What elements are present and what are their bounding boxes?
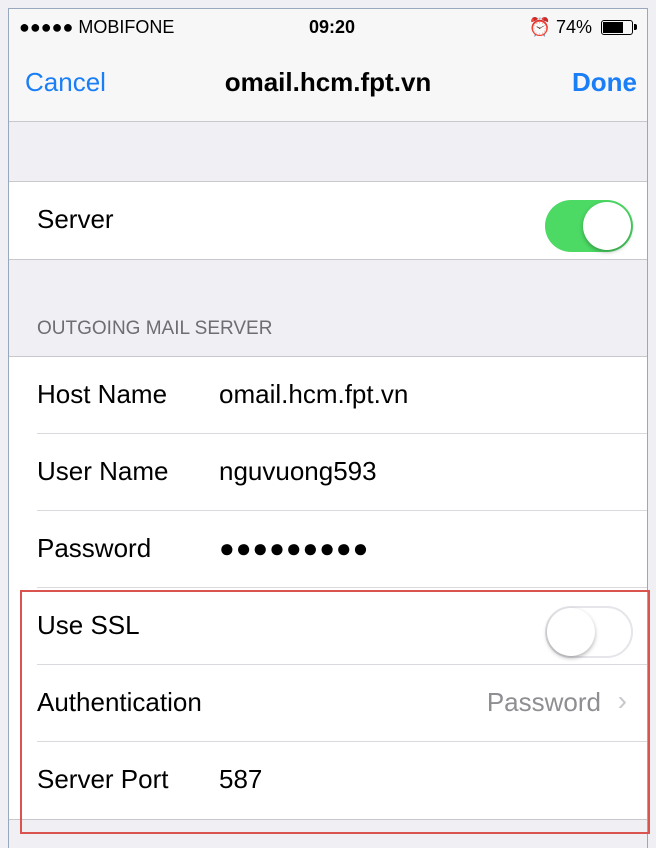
battery-icon xyxy=(601,20,637,35)
status-time: 09:20 xyxy=(309,17,356,37)
outgoing-group: Host Name omail.hcm.fpt.vn User Name ngu… xyxy=(9,356,647,820)
navigation-bar: ●●●●● MOBIFONE 09:20 ⏰ 74% omail.hcm.fpt… xyxy=(9,9,647,122)
server-label: Server xyxy=(37,204,114,234)
chevron-right-icon: › xyxy=(617,685,627,716)
authentication-label: Authentication xyxy=(37,687,202,717)
battery-status: ⏰ 74% xyxy=(528,17,637,38)
use-ssl-label: Use SSL xyxy=(37,610,140,640)
server-port-row[interactable]: Server Port 587 xyxy=(9,742,647,819)
use-ssl-row: Use SSL xyxy=(9,588,647,665)
user-name-field[interactable]: nguvuong593 xyxy=(219,456,377,487)
authentication-row[interactable]: Authentication Password › xyxy=(9,665,647,742)
server-port-field[interactable]: 587 xyxy=(219,764,262,795)
user-name-row[interactable]: User Name nguvuong593 xyxy=(9,434,647,511)
password-row[interactable]: Password ●●●●●●●●● xyxy=(9,511,647,588)
host-name-row[interactable]: Host Name omail.hcm.fpt.vn xyxy=(9,357,647,434)
server-row: Server xyxy=(9,182,647,259)
authentication-value: Password xyxy=(486,687,601,717)
cancel-button[interactable]: Cancel xyxy=(25,67,106,98)
host-name-field[interactable]: omail.hcm.fpt.vn xyxy=(219,379,408,410)
server-toggle[interactable] xyxy=(545,200,633,252)
user-name-label: User Name xyxy=(37,456,169,486)
host-name-label: Host Name xyxy=(37,379,168,409)
password-label: Password xyxy=(37,533,152,563)
outgoing-section-header: OUTGOING MAIL SERVER xyxy=(37,318,273,339)
server-port-label: Server Port xyxy=(37,764,169,794)
done-button[interactable]: Done xyxy=(572,67,637,98)
carrier-label: ●●●●● MOBIFONE xyxy=(19,17,175,37)
alarm-icon: ⏰ xyxy=(528,17,551,37)
password-field[interactable]: ●●●●●●●●● xyxy=(219,533,369,564)
battery-percent: 74% xyxy=(555,17,592,37)
use-ssl-toggle[interactable] xyxy=(545,606,633,658)
server-group: Server xyxy=(9,181,647,260)
status-bar: ●●●●● MOBIFONE 09:20 ⏰ 74% xyxy=(9,9,647,49)
